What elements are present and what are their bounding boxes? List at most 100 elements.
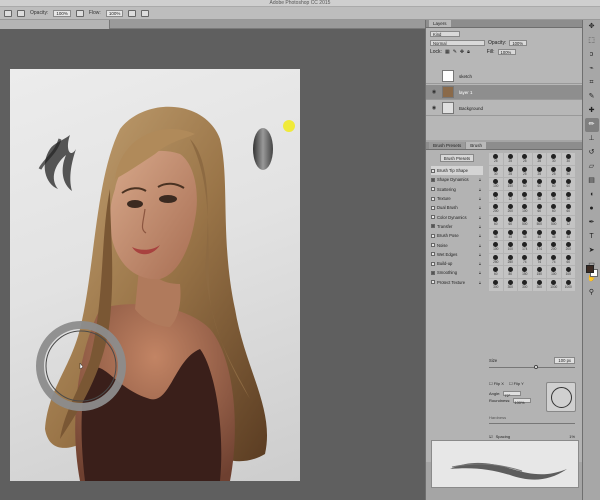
fill-field[interactable]: 100% — [497, 48, 516, 55]
hardness-slider[interactable] — [489, 423, 575, 424]
brush-option-checkbox[interactable] — [431, 205, 435, 210]
brush-tip-preset[interactable]: 100 — [518, 203, 532, 215]
lock-move-icon[interactable]: ✥ — [460, 49, 464, 55]
brush-tip-preset[interactable]: 1000 — [561, 278, 575, 291]
pen-tool-icon[interactable]: ✒ — [585, 216, 599, 230]
brush-tip-preset[interactable]: 250 — [489, 253, 503, 266]
brush-tip-preset[interactable]: 25 — [532, 153, 546, 165]
brush-tip-preset[interactable]: 60 — [561, 178, 575, 190]
brush-tip-preset[interactable]: 60 — [561, 253, 575, 266]
brush-tip-preset[interactable]: 45 — [561, 228, 575, 241]
brush-option-checkbox[interactable] — [431, 177, 435, 182]
brush-tip-preset[interactable]: 36 — [547, 190, 561, 203]
brush-tip-preset[interactable]: 74 — [532, 253, 546, 266]
brush-tip-preset[interactable]: 100 — [503, 241, 517, 253]
mode-icon[interactable] — [17, 9, 25, 17]
eraser-tool-icon[interactable]: ▱ — [585, 160, 599, 174]
lock-pixels-icon[interactable]: ▦ — [445, 49, 450, 55]
lock-icon[interactable]: 🔒︎ — [479, 261, 481, 266]
foreground-color-swatch[interactable] — [586, 265, 594, 273]
brush-tip-preset[interactable]: 60 — [532, 203, 546, 215]
tab-layers[interactable]: Layers — [429, 20, 451, 27]
brush-tip-preset[interactable]: 60 — [547, 203, 561, 215]
flow-field[interactable]: 100% — [105, 9, 124, 17]
brush-tip-preset[interactable]: 60 — [518, 178, 532, 190]
brush-tip-preset[interactable]: 200 — [547, 241, 561, 253]
lock-icon[interactable]: 🔒︎ — [479, 177, 481, 182]
brush-option-checkbox[interactable] — [431, 270, 435, 275]
brush-tip-preset[interactable]: 80 — [503, 266, 517, 278]
crop-tool-icon[interactable]: ⌗ — [585, 76, 599, 90]
brush-tip-preset[interactable]: 30 — [489, 165, 503, 178]
brush-option-item[interactable]: Protect Texture 🔒︎ — [431, 278, 483, 287]
brush-option-item[interactable]: Build-up 🔒︎ — [431, 259, 483, 268]
brush-tip-preset[interactable]: 60 — [532, 178, 546, 190]
size-slider-thumb[interactable] — [534, 365, 538, 369]
path-select-tool-icon[interactable]: ➤ — [585, 244, 599, 258]
brush-option-item[interactable]: Color Dynamics 🔒︎ — [431, 212, 483, 221]
brush-tip-preset[interactable]: 200 — [489, 203, 503, 215]
eye-icon[interactable]: ◉ — [430, 104, 438, 112]
lock-icon[interactable]: 🔒︎ — [479, 187, 481, 192]
lock-icon[interactable]: 🔒︎ — [479, 252, 481, 257]
blur-tool-icon[interactable]: ◖ — [585, 188, 599, 202]
roundness-field[interactable]: 100% — [513, 398, 532, 405]
brush-tip-preset[interactable]: 300 — [518, 278, 532, 291]
brush-preset-picker-icon[interactable] — [4, 9, 12, 17]
brush-tip-preset[interactable]: 36 — [532, 190, 546, 203]
pressure-opacity-icon[interactable] — [75, 9, 84, 17]
lasso-tool-icon[interactable]: ↄ — [585, 48, 599, 62]
lock-all-icon[interactable]: 🔒︎ — [467, 49, 470, 55]
brush-option-checkbox[interactable] — [431, 261, 435, 266]
spacing-checkbox[interactable]: ☑ — [489, 434, 493, 439]
brush-tip-preset[interactable]: 300 — [532, 278, 546, 291]
brush-tip-preset[interactable]: 45 — [547, 228, 561, 241]
lock-icon[interactable]: 🔒︎ — [479, 233, 481, 238]
layer-filter-select[interactable]: Kind — [430, 30, 460, 37]
lock-icon[interactable]: 🔒︎ — [479, 224, 481, 229]
brush-tip-preset[interactable]: 36 — [518, 190, 532, 203]
brush-tip-preset[interactable]: 12 — [503, 190, 517, 203]
brush-tip-preset[interactable]: 74 — [518, 253, 532, 266]
brush-tip-preset[interactable]: 25 — [503, 165, 517, 178]
lock-icon[interactable]: 🔒︎ — [479, 215, 481, 220]
brush-tip-preset[interactable]: 1000 — [547, 278, 561, 291]
layer-row-selected[interactable]: ◉ layer 1 — [426, 85, 582, 100]
document-tab[interactable] — [0, 20, 110, 29]
eyedropper-tool-icon[interactable]: ✎ — [585, 90, 599, 104]
brush-tip-preset[interactable]: 174 — [532, 241, 546, 253]
brush-option-checkbox[interactable] — [431, 196, 435, 201]
brush-tip-preset[interactable]: 60 — [561, 203, 575, 215]
brush-tip-preset[interactable]: 12 — [489, 190, 503, 203]
healing-tool-icon[interactable]: ✚ — [585, 104, 599, 118]
brush-tip-preset[interactable]: 25 — [518, 153, 532, 165]
brush-option-item[interactable]: Dual Brush 🔒︎ — [431, 203, 483, 212]
quick-select-tool-icon[interactable]: ⌁ — [585, 62, 599, 76]
clone-stamp-tool-icon[interactable]: ⊥ — [585, 132, 599, 146]
brush-tip-preset[interactable]: 60 — [489, 215, 503, 228]
eye-icon[interactable]: ◉ — [430, 88, 438, 96]
brush-tip-preset[interactable]: 25 — [547, 165, 561, 178]
brush-option-checkbox[interactable] — [431, 252, 435, 257]
brush-tip-preset[interactable]: 150 — [532, 266, 546, 278]
brush-tip-preset[interactable]: 200 — [561, 241, 575, 253]
brush-tip-preset[interactable]: 150 — [518, 266, 532, 278]
brush-tip-preset[interactable]: 30 — [561, 153, 575, 165]
brush-option-item[interactable]: Scattering 🔒︎ — [431, 185, 483, 194]
brush-option-item[interactable]: Texture 🔒︎ — [431, 194, 483, 203]
brush-option-item[interactable]: Wet Edges 🔒︎ — [431, 250, 483, 259]
lock-brush-icon[interactable]: ✎ — [453, 49, 457, 55]
brush-tip-preset[interactable]: 100 — [489, 241, 503, 253]
brush-tip-preset[interactable]: 25 — [532, 165, 546, 178]
brush-tip-preset[interactable]: 50 — [561, 165, 575, 178]
brush-tip-preset[interactable]: 500 — [547, 215, 561, 228]
angle-field[interactable]: 72° — [503, 391, 522, 398]
lock-icon[interactable]: 🔒︎ — [479, 205, 481, 210]
brush-option-item[interactable]: Noise 🔒︎ — [431, 240, 483, 249]
type-tool-icon[interactable]: T — [585, 230, 599, 244]
brush-tip-preset[interactable]: 200 — [503, 203, 517, 215]
brush-option-checkbox[interactable] — [431, 280, 435, 285]
brush-option-checkbox[interactable] — [431, 187, 435, 192]
opacity-field[interactable]: 100% — [53, 9, 71, 17]
brush-tip-preset[interactable]: 36 — [561, 190, 575, 203]
